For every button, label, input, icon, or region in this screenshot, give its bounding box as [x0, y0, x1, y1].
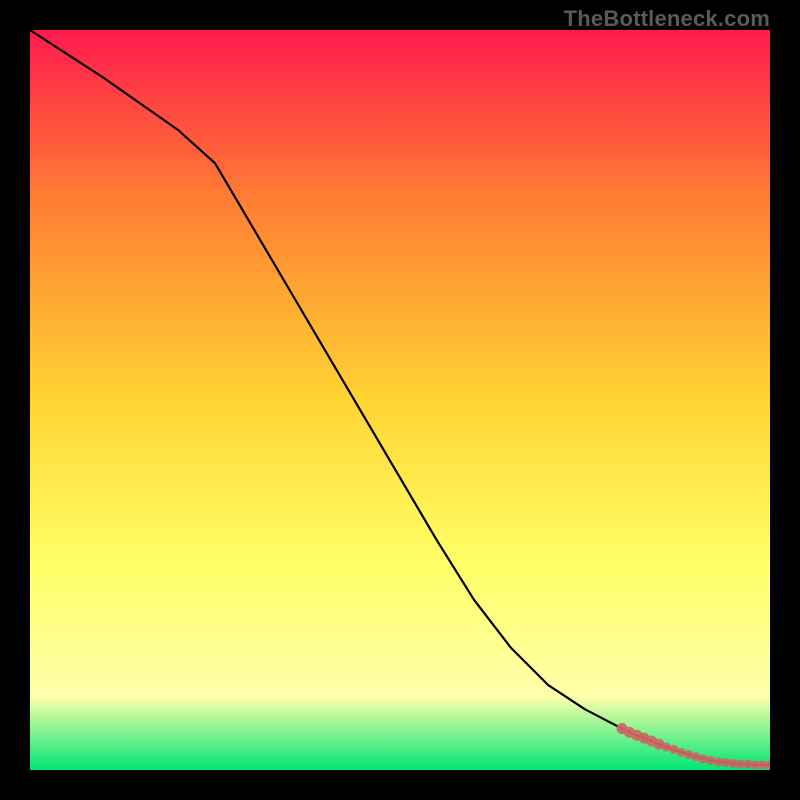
marker-point [699, 754, 708, 763]
watermark-label: TheBottleneck.com [564, 6, 770, 32]
plot-area [30, 30, 770, 770]
gradient-background [30, 30, 770, 770]
chart-stage: TheBottleneck.com [0, 0, 800, 800]
chart-svg [30, 30, 770, 770]
marker-point [706, 756, 715, 765]
